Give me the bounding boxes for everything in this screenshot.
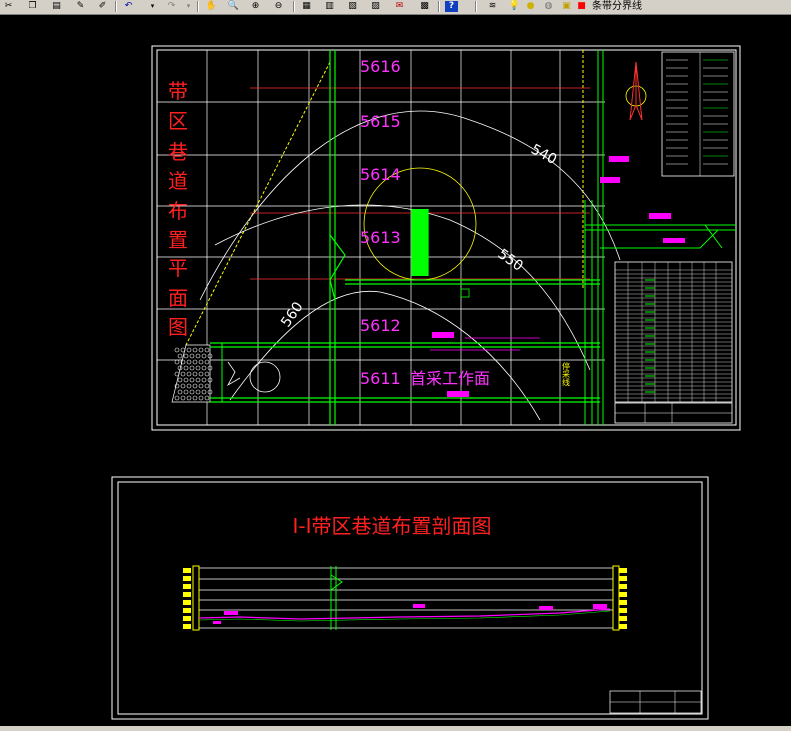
properties-icon[interactable]: ▦: [300, 1, 313, 12]
layer-manager-icon[interactable]: ≋: [486, 1, 499, 12]
redo-icon[interactable]: ↷: [165, 1, 178, 12]
zoom-realtime-icon[interactable]: 🔍: [227, 1, 240, 12]
magenta-tags: [432, 156, 685, 397]
section-end-columns: [183, 565, 627, 631]
zoom-previous-icon[interactable]: ⊖: [272, 1, 285, 12]
data-table: [614, 261, 733, 403]
magenta-lines: [430, 337, 540, 351]
section-mark-I: I: [403, 191, 437, 298]
bulb-icon[interactable]: 💡: [508, 1, 521, 12]
undo-dropdown-icon[interactable]: ▾: [146, 1, 159, 12]
legend-rows: [666, 52, 728, 176]
plan-title-char-5: 置: [168, 228, 188, 252]
calculator-icon[interactable]: ▩: [418, 1, 431, 12]
plan-title-char-2: 巷: [168, 140, 188, 164]
lock-icon[interactable]: ▣: [560, 1, 573, 12]
legend-box: [661, 51, 735, 177]
color-icon[interactable]: ■: [575, 1, 588, 12]
strip-label-5612: 5612: [360, 316, 401, 335]
contour-label-560: 560: [278, 299, 306, 330]
cut-icon[interactable]: ✂: [2, 1, 15, 12]
gob-hatch-area: [171, 344, 213, 403]
pan-icon[interactable]: ✋: [205, 1, 218, 12]
match-properties-icon[interactable]: ✎: [74, 1, 87, 12]
contour-label-550: 550: [495, 246, 526, 274]
sun-icon[interactable]: ●: [524, 1, 537, 12]
plan-title-char-4: 布: [168, 199, 188, 223]
shaft-symbol: [249, 361, 281, 393]
strip-label-5611: 5611: [360, 369, 401, 388]
strip-label-5614: 5614: [360, 165, 401, 184]
workface-label: 首采工作面: [410, 369, 490, 388]
small-green-box: [460, 288, 470, 298]
plan-title-vertical: 带 区 巷 道 布 置 平 面 图: [168, 79, 188, 339]
section-title: I-I带区巷道布置剖面图: [292, 514, 491, 538]
contour-560: [229, 290, 541, 421]
plan-title-char-0: 带: [168, 79, 188, 103]
tool-palette-icon[interactable]: ▧: [346, 1, 359, 12]
redo-dropdown-icon[interactable]: ▾: [182, 1, 195, 12]
layer-name-field[interactable]: 条带分界线: [592, 0, 642, 13]
plan-title-char-7: 面: [168, 286, 188, 310]
zoom-window-icon[interactable]: ⊕: [249, 1, 262, 12]
brush-icon[interactable]: ✐: [96, 1, 109, 12]
svg-text:停采线: 停采线: [562, 361, 571, 386]
strip-label-5615: 5615: [360, 112, 401, 131]
plan-title-char-1: 区: [168, 109, 188, 133]
strip-label-5616: 5616: [360, 57, 401, 76]
plan-title-char-6: 平: [168, 256, 188, 280]
plan-title-char-8: 图: [168, 315, 188, 339]
markup-icon[interactable]: ✉: [393, 1, 406, 12]
plan-title-char-3: 道: [168, 169, 188, 193]
status-strip: [0, 726, 791, 731]
design-center-icon[interactable]: ▥: [323, 1, 336, 12]
strip-label-5613: 5613: [360, 228, 401, 247]
cad-drawing-area[interactable]: I 5616 5615 5614 5613 5612 5611 首采工作面 54…: [0, 15, 791, 731]
copy-icon[interactable]: ❐: [26, 1, 39, 12]
arrow-symbol: [226, 361, 241, 387]
undo-icon[interactable]: ↶: [122, 1, 135, 12]
paste-icon[interactable]: ▤: [50, 1, 63, 12]
cad-toolbar: ✂ ❐ ▤ ✎ ✐ ↶ ▾ ↷ ▾ ✋ 🔍 ⊕ ⊖ ▦ ▥ ▧ ▨ ✉ ▩ ? …: [0, 0, 791, 15]
coal-seam-line: [198, 608, 611, 620]
help-icon[interactable]: ?: [445, 1, 458, 12]
north-arrow-icon: [625, 61, 647, 121]
data-table-rows: [615, 262, 732, 402]
stop-line-label: 停采线: [562, 361, 571, 386]
coal-seam-floor: [198, 610, 611, 622]
sheet-set-icon[interactable]: ▨: [369, 1, 382, 12]
freeze-icon[interactable]: ◍: [542, 1, 555, 12]
